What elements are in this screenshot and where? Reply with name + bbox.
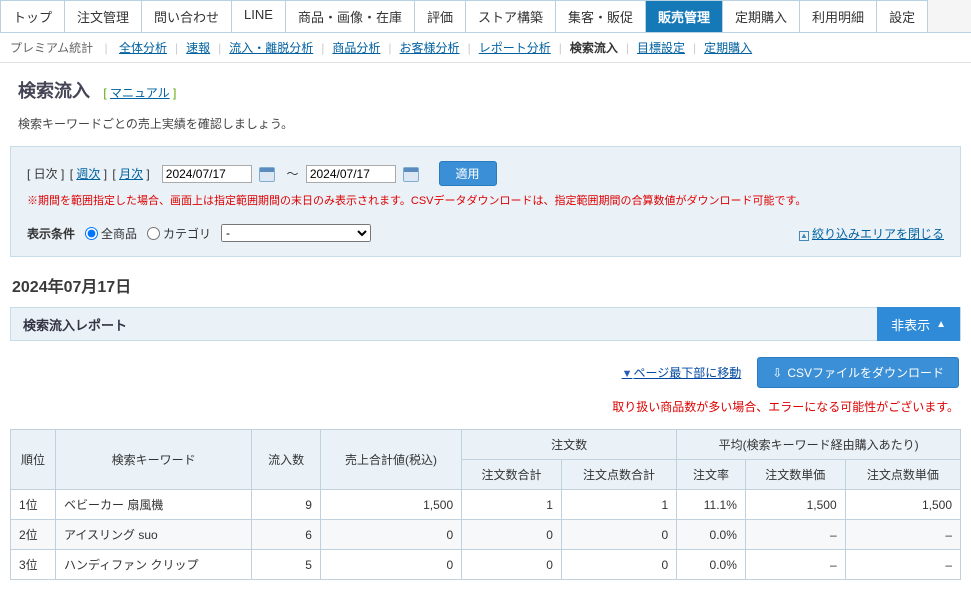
table-row: 3位ハンディファン クリップ50000.0%–– — [11, 550, 961, 580]
keyword-table: 順位 検索キーワード 流入数 売上合計値(税込) 注文数 平均(検索キーワード経… — [10, 429, 961, 580]
period-monthly[interactable]: [ 月次 ] — [112, 167, 149, 181]
subnav-5[interactable]: レポート分析 — [479, 41, 551, 55]
subnav-1[interactable]: 速報 — [186, 41, 210, 55]
radio-category[interactable]: カテゴリ — [147, 225, 211, 242]
main-tabs: トップ注文管理問い合わせLINE商品・画像・在庫評価ストア構築集客・販促販売管理… — [0, 0, 971, 33]
cell-rank: 3位 — [11, 550, 56, 580]
manual-link[interactable]: [ マニュアル ] — [103, 86, 176, 100]
cell-rank: 1位 — [11, 490, 56, 520]
cell-rate: 11.1% — [677, 490, 746, 520]
tab-4[interactable]: 商品・画像・在庫 — [285, 0, 415, 32]
cell-items: 0 — [561, 520, 676, 550]
cell-items: 0 — [561, 550, 676, 580]
tab-5[interactable]: 評価 — [414, 0, 466, 32]
tab-7[interactable]: 集客・販促 — [555, 0, 646, 32]
cell-oprice: – — [745, 520, 845, 550]
download-icon: ⇩ — [772, 366, 782, 380]
col-order-rate: 注文率 — [677, 460, 746, 490]
report-title: 検索流入レポート — [23, 315, 127, 334]
cell-rate: 0.0% — [677, 550, 746, 580]
cell-rate: 0.0% — [677, 520, 746, 550]
col-orders-group: 注文数 — [462, 430, 677, 460]
cell-inflow: 5 — [252, 550, 321, 580]
subnav-7[interactable]: 目標設定 — [637, 41, 685, 55]
csv-warning: 取り扱い商品数が多い場合、エラーになる可能性がございます。 — [0, 392, 971, 429]
scroll-bottom-link[interactable]: ページ最下部に移動 — [622, 364, 742, 381]
sub-nav: プレミアム統計 | 全体分析|速報|流入・離脱分析|商品分析|お客様分析|レポー… — [0, 33, 971, 63]
subnav-8[interactable]: 定期購入 — [704, 41, 752, 55]
cell-sales: 0 — [320, 550, 461, 580]
subnav-0[interactable]: 全体分析 — [119, 41, 167, 55]
cell-oprice: 1,500 — [745, 490, 845, 520]
col-rank: 順位 — [11, 430, 56, 490]
cell-orders: 0 — [462, 550, 562, 580]
page-description: 検索キーワードごとの売上実績を確認しましょう。 — [0, 111, 971, 146]
tab-1[interactable]: 注文管理 — [64, 0, 142, 32]
calendar-from-icon[interactable] — [259, 167, 275, 182]
cell-iprice: 1,500 — [845, 490, 960, 520]
cell-rank: 2位 — [11, 520, 56, 550]
col-avg-group: 平均(検索キーワード経由購入あたり) — [677, 430, 961, 460]
col-keyword: 検索キーワード — [56, 430, 252, 490]
date-to-input[interactable] — [306, 165, 396, 183]
csv-download-button[interactable]: ⇩ CSVファイルをダウンロード — [757, 357, 959, 388]
period-weekly[interactable]: [ 週次 ] — [70, 167, 107, 181]
cell-sales: 0 — [320, 520, 461, 550]
col-orders-total: 注文数合計 — [462, 460, 562, 490]
subnav-4[interactable]: お客様分析 — [400, 41, 460, 55]
chevron-up-icon: ▲ — [936, 319, 946, 330]
tab-0[interactable]: トップ — [0, 0, 65, 32]
calendar-to-icon[interactable] — [403, 167, 419, 182]
col-inflow: 流入数 — [252, 430, 321, 490]
display-condition-label: 表示条件 — [27, 225, 75, 242]
col-item-price: 注文点数単価 — [845, 460, 960, 490]
cell-orders: 1 — [462, 490, 562, 520]
filter-panel: [ 日次 ] [ 週次 ] [ 月次 ] ～ 適用 ※期間を範囲指定した場合、画… — [10, 146, 961, 257]
cell-keyword: ハンディファン クリップ — [56, 550, 252, 580]
date-from-input[interactable] — [162, 165, 252, 183]
tab-11[interactable]: 設定 — [876, 0, 928, 32]
category-select[interactable]: - — [221, 224, 371, 242]
page-title: 検索流入 — [18, 81, 90, 101]
period-daily[interactable]: [ 日次 ] — [27, 167, 64, 181]
cell-keyword: ベビーカー 扇風機 — [56, 490, 252, 520]
cell-orders: 0 — [462, 520, 562, 550]
date-heading: 2024年07月17日 — [0, 273, 971, 307]
cell-keyword: アイスリング suo — [56, 520, 252, 550]
date-range-separator: ～ — [286, 167, 298, 181]
cell-inflow: 6 — [252, 520, 321, 550]
subnav-6[interactable]: 検索流入 — [570, 41, 618, 55]
tab-2[interactable]: 問い合わせ — [141, 0, 232, 32]
col-sales: 売上合計値(税込) — [320, 430, 461, 490]
tab-9[interactable]: 定期購入 — [722, 0, 800, 32]
cell-iprice: – — [845, 550, 960, 580]
col-order-price: 注文数単価 — [745, 460, 845, 490]
period-note: ※期間を範囲指定した場合、画面上は指定範囲期間の末日のみ表示されます。CSVデー… — [27, 192, 944, 208]
radio-all-products[interactable]: 全商品 — [85, 225, 137, 242]
table-row: 2位アイスリング suo60000.0%–– — [11, 520, 961, 550]
close-filter-link[interactable]: ▲絞り込みエリアを閉じる — [799, 225, 944, 242]
subnav-premium[interactable]: プレミアム統計 — [10, 41, 93, 55]
cell-oprice: – — [745, 550, 845, 580]
tab-6[interactable]: ストア構築 — [465, 0, 556, 32]
cell-iprice: – — [845, 520, 960, 550]
subnav-3[interactable]: 商品分析 — [332, 41, 380, 55]
tab-8[interactable]: 販売管理 — [645, 0, 723, 32]
tab-10[interactable]: 利用明細 — [799, 0, 877, 32]
report-header-bar: 検索流入レポート 非表示▲ — [10, 307, 961, 341]
col-items-total: 注文点数合計 — [561, 460, 676, 490]
cell-sales: 1,500 — [320, 490, 461, 520]
cell-inflow: 9 — [252, 490, 321, 520]
cell-items: 1 — [561, 490, 676, 520]
hide-report-button[interactable]: 非表示▲ — [877, 307, 960, 341]
subnav-2[interactable]: 流入・離脱分析 — [229, 41, 313, 55]
tab-3[interactable]: LINE — [231, 0, 286, 32]
table-row: 1位ベビーカー 扇風機91,5001111.1%1,5001,500 — [11, 490, 961, 520]
apply-button[interactable]: 適用 — [439, 161, 497, 186]
